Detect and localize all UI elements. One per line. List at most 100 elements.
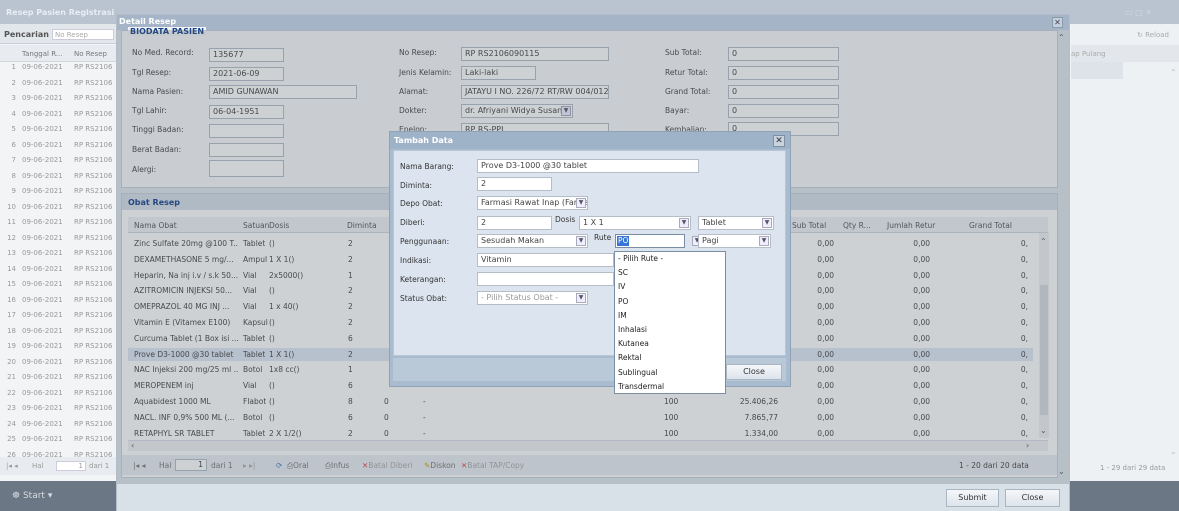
rute-option[interactable]: - Pilih Rute -: [618, 254, 663, 263]
list-item[interactable]: 10 09-06-2021 RP RS2106: [0, 202, 120, 213]
chevron-down-icon[interactable]: ▼: [576, 236, 586, 246]
list-item[interactable]: 4 09-06-2021 RP RS2106: [0, 109, 120, 120]
list-item[interactable]: 1 09-06-2021 RP RS2106: [0, 62, 120, 73]
nama-barang-field[interactable]: Prove D3-1000 @30 tablet: [477, 159, 699, 173]
dosis-value: 1 X 1: [583, 218, 604, 227]
row-date: 09-06-2021: [22, 202, 63, 211]
list-item[interactable]: 7 09-06-2021 RP RS2106: [0, 155, 120, 166]
rute-option[interactable]: PO: [618, 297, 628, 306]
list-item[interactable]: 5 09-06-2021 RP RS2106: [0, 124, 120, 135]
depo-obat-select[interactable]: Farmasi Rawat Inap (Farmasi ▼: [477, 196, 588, 210]
close-icon[interactable]: ✕: [1052, 17, 1063, 28]
row-no-resep: RP RS2106: [74, 326, 113, 335]
status-obat-select[interactable]: - Pilih Status Obat - ▼: [477, 291, 588, 305]
diminta-field[interactable]: 2: [477, 177, 552, 191]
list-item[interactable]: 17 09-06-2021 RP RS2106: [0, 310, 120, 321]
chevron-down-icon[interactable]: ▼: [759, 236, 769, 246]
row-no-resep: RP RS2106: [74, 249, 113, 257]
list-item[interactable]: 11 09-06-2021 RP RS2106: [0, 217, 120, 228]
list-item[interactable]: 9 09-06-2021 RP RS2106: [0, 186, 120, 197]
list-item[interactable]: 20 09-06-2021 RP RS2106: [0, 357, 120, 368]
close-icon[interactable]: ✕: [773, 135, 785, 147]
rute-option[interactable]: SC: [618, 268, 628, 277]
keterangan-field[interactable]: [477, 272, 614, 286]
row-no-resep: RP RS2106: [74, 218, 113, 226]
list-item[interactable]: 23 09-06-2021 RP RS2106: [0, 403, 120, 414]
list-item[interactable]: 22 09-06-2021 RP RS2106: [0, 388, 120, 399]
rute-option[interactable]: IV: [618, 282, 625, 291]
list-item[interactable]: 2 09-06-2021 RP RS2106: [0, 78, 120, 89]
submit-button[interactable]: Submit: [946, 489, 999, 507]
list-item[interactable]: 24 09-06-2021 RP RS2106: [0, 419, 120, 430]
list-item[interactable]: 8 09-06-2021 RP RS2106: [0, 171, 120, 182]
row-number: 25: [7, 435, 16, 443]
satuan-value: Tablet: [702, 218, 726, 227]
column-no-resep[interactable]: No Resep: [74, 50, 107, 58]
close-button[interactable]: Close: [1005, 489, 1060, 507]
row-date: 09-06-2021: [22, 156, 63, 164]
rute-option[interactable]: Rektal: [618, 353, 641, 362]
row-date: 09-06-2021: [22, 280, 63, 288]
row-number: 23: [7, 404, 16, 412]
scroll-down-icon[interactable]: ⌄: [1170, 447, 1177, 456]
rute-option[interactable]: Kutanea: [618, 339, 649, 348]
depo-obat-value: Farmasi Rawat Inap (Farmasi: [481, 198, 588, 207]
list-item[interactable]: 3 09-06-2021 RP RS2106: [0, 93, 120, 104]
search-input[interactable]: No Resep: [52, 29, 114, 40]
status-obat-value: - Pilih Status Obat -: [481, 293, 559, 302]
column-tanggal[interactable]: Tanggal R...: [22, 50, 62, 58]
dosis-select[interactable]: 1 X 1 ▼: [579, 216, 691, 230]
depo-obat-label: Depo Obat:: [400, 199, 443, 208]
chevron-down-icon[interactable]: ▼: [576, 293, 586, 303]
row-number: 22: [7, 388, 16, 397]
row-number: 24: [7, 419, 16, 428]
row-no-resep: RP RS2106: [74, 419, 113, 428]
row-no-resep: RP RS2106: [74, 156, 113, 164]
list-item[interactable]: 12 09-06-2021 RP RS2106: [0, 233, 120, 244]
window-controls-icon[interactable]: ▭ ▢ ✕: [1125, 8, 1175, 20]
rute-option[interactable]: IM: [618, 311, 627, 320]
row-date: 09-06-2021: [22, 388, 63, 397]
row-no-resep: RP RS2106: [74, 280, 113, 288]
list-item[interactable]: 16 09-06-2021 RP RS2106: [0, 295, 120, 306]
list-item[interactable]: 18 09-06-2021 RP RS2106: [0, 326, 120, 337]
row-number: 20: [7, 357, 16, 366]
pager-first-icon[interactable]: |◂ ◂: [6, 462, 18, 470]
indikasi-field[interactable]: Vitamin: [477, 253, 614, 267]
search-label: Pencarian :: [4, 30, 55, 39]
chevron-down-icon[interactable]: ▼: [762, 218, 772, 228]
chevron-down-icon[interactable]: ▼: [679, 218, 689, 228]
row-no-resep: RP RS2106: [74, 435, 113, 443]
pager-page-input[interactable]: 1: [56, 461, 86, 471]
pager-hal-label: Hal: [32, 462, 44, 470]
diberi-label: Diberi:: [400, 218, 425, 227]
row-number: 19: [7, 342, 16, 350]
chevron-down-icon[interactable]: ▼: [576, 198, 586, 208]
list-item[interactable]: 19 09-06-2021 RP RS2106: [0, 341, 120, 352]
list-item[interactable]: 15 09-06-2021 RP RS2106: [0, 279, 120, 290]
list-item[interactable]: 21 09-06-2021 RP RS2106: [0, 372, 120, 383]
list-item[interactable]: 14 09-06-2021 RP RS2106: [0, 264, 120, 275]
rute-value: PO: [617, 236, 630, 246]
rute-option[interactable]: Inhalasi: [618, 325, 647, 334]
reload-button[interactable]: ↻ Reload: [1137, 31, 1169, 39]
satuan-select[interactable]: Tablet ▼: [698, 216, 774, 230]
rute-option[interactable]: Sublingual: [618, 368, 657, 377]
scroll-up-icon[interactable]: ⌃: [1170, 68, 1177, 77]
list-item[interactable]: 13 09-06-2021 RP RS2106: [0, 248, 120, 259]
row-no-resep: RP RS2106: [74, 357, 113, 366]
waktu-select[interactable]: Pagi ▼: [698, 234, 771, 248]
list-item[interactable]: 6 09-06-2021 RP RS2106: [0, 140, 120, 151]
penggunaan-select[interactable]: Sesudah Makan ▼: [477, 234, 588, 248]
diberi-field[interactable]: 2: [477, 216, 552, 230]
row-date: 09-06-2021: [22, 233, 63, 242]
rute-option[interactable]: Transdermal: [618, 382, 664, 391]
row-no-resep: RP RS2106: [74, 388, 113, 397]
tambah-close-button[interactable]: Close: [726, 364, 782, 380]
row-number: 14: [7, 264, 16, 273]
start-button[interactable]: ☸ Start ▾: [12, 491, 52, 501]
column-pulang[interactable]: ap Pulang: [1071, 50, 1106, 58]
row-number: 4: [11, 109, 16, 118]
status-obat-label: Status Obat:: [400, 294, 448, 303]
list-item[interactable]: 25 09-06-2021 RP RS2106: [0, 434, 120, 445]
